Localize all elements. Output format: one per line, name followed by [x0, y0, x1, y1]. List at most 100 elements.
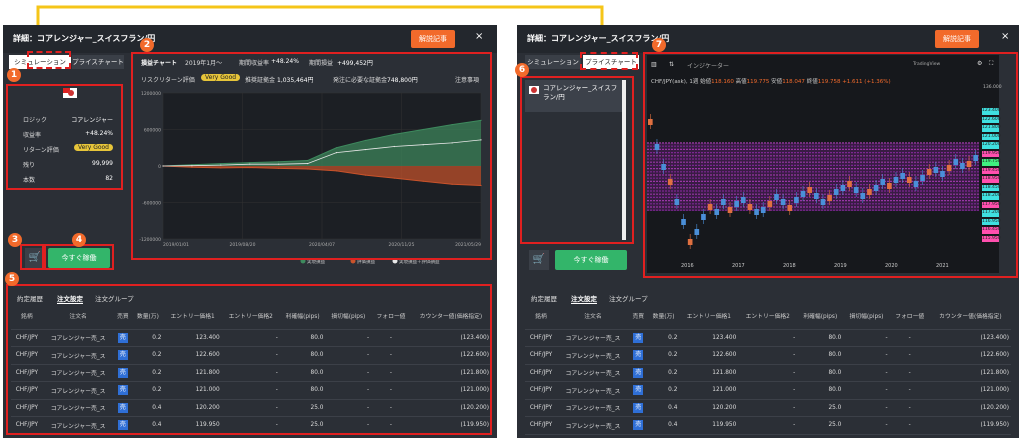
table-cell: CHF/JPY	[525, 346, 558, 365]
table-cell: -	[738, 416, 798, 435]
table-cell: -	[738, 329, 798, 347]
table-cell: コアレンジャー売_ス	[557, 364, 629, 382]
annot-box-1	[6, 84, 123, 190]
table-cell: -	[889, 399, 930, 417]
table-cell: -	[889, 364, 930, 382]
annot-price-tab	[580, 52, 638, 70]
table-cell: -	[843, 329, 890, 347]
r-subtab-orders[interactable]: 注文設定	[571, 293, 597, 304]
table-row[interactable]: CHF/JPY コアレンジャー売_ス売 0.2 121.800-80.0- - (121.…	[525, 364, 1011, 382]
annot-sim-tab	[27, 51, 71, 69]
tab-price-chart[interactable]: プライスチャート	[72, 55, 124, 69]
table-row[interactable]: CHF/JPY コアレンジャー売_ス売 0.2 123.400-80.0- - (123.…	[525, 329, 1011, 347]
table-row[interactable]: CHF/JPY コアレンジャー売_ス売 0.2 122.600-80.0- - (122.…	[525, 346, 1011, 365]
table-cell: -	[889, 416, 930, 435]
badge-1: 1	[7, 68, 21, 82]
table-cell: 0.2	[647, 364, 680, 382]
table-cell: 122.600	[679, 346, 739, 365]
table-cell: 0.2	[647, 329, 680, 347]
table-cell: -	[738, 364, 798, 382]
badge-7: 7	[652, 38, 666, 52]
table-cell: 0.4	[647, 399, 680, 417]
table-cell: 0.2	[647, 346, 680, 365]
table-cell: 121.800	[679, 364, 739, 382]
table-cell: 80.0	[797, 329, 844, 347]
sell-badge: 売	[633, 350, 644, 361]
r-subtab-groups[interactable]: 注文グループ	[609, 293, 648, 303]
col-header[interactable]: 損切幅(pips)	[843, 307, 890, 330]
table-cell: -	[738, 399, 798, 417]
table-row[interactable]: CHF/JPY コアレンジャー売_ス売 0.4 119.950-25.0- - (119.…	[525, 416, 1011, 435]
r-order-table-section: 約定履歴 注文設定 注文グループ 銘柄 注文名 売買 数量(万) エントリー価格1 エント…	[525, 287, 1011, 437]
table-cell: -	[889, 329, 930, 347]
col-header[interactable]: エントリー価格1	[679, 307, 739, 330]
table-cell: 121.000	[679, 381, 739, 400]
left-title: 詳細：コアレンジャー_スイスフラン/円	[13, 34, 156, 43]
table-cell: 売	[628, 346, 648, 365]
table-cell: (121.800)	[929, 364, 1011, 382]
table-cell: -	[843, 399, 890, 417]
badge-5: 5	[5, 272, 19, 286]
badge-6: 6	[515, 63, 529, 77]
col-header[interactable]: 銘柄	[525, 307, 558, 330]
table-cell: コアレンジャー売_ス	[557, 346, 629, 365]
annot-box-6	[520, 76, 634, 244]
left-header: 詳細：コアレンジャー_スイスフラン/円 解説記事 ×	[3, 25, 497, 53]
table-cell: 80.0	[797, 346, 844, 365]
annot-box-5	[6, 284, 492, 435]
col-header[interactable]: 数量(万)	[647, 307, 680, 330]
table-cell: -	[843, 416, 890, 435]
annot-box-4	[44, 244, 114, 270]
badge-4: 4	[72, 233, 86, 247]
r-buy-now-button[interactable]: 今すぐ稼働	[555, 250, 627, 270]
table-row[interactable]: CHF/JPY コアレンジャー売_ス売 0.4 120.200-25.0- - (120.…	[525, 399, 1011, 417]
col-header[interactable]: 注文名	[557, 307, 629, 330]
r-subtab-history[interactable]: 約定履歴	[531, 293, 557, 303]
table-cell: 120.200	[679, 399, 739, 417]
sell-badge: 売	[633, 385, 644, 396]
table-cell: -	[889, 381, 930, 400]
badge-2: 2	[140, 38, 154, 52]
sell-badge: 売	[633, 420, 644, 431]
table-cell: (120.200)	[929, 399, 1011, 417]
table-cell: コアレンジャー売_ス	[557, 381, 629, 400]
table-cell: コアレンジャー売_ス	[557, 416, 629, 435]
table-cell: コアレンジャー売_ス	[557, 329, 629, 347]
r-tab-simulation[interactable]: シミュレーション	[525, 55, 581, 69]
table-cell: 80.0	[797, 364, 844, 382]
table-cell: 119.950	[679, 416, 739, 435]
right-title: 詳細：コアレンジャー_スイスフラン/円	[527, 34, 670, 43]
col-header[interactable]: エントリー価格2	[738, 307, 798, 330]
table-cell: 25.0	[797, 399, 844, 417]
table-cell: (121.000)	[929, 381, 1011, 400]
sell-badge: 売	[633, 367, 644, 378]
table-cell: 売	[628, 381, 648, 400]
col-header[interactable]: カウンター値(価格指定)	[929, 307, 1011, 330]
left-close-icon[interactable]: ×	[475, 31, 483, 42]
table-cell: CHF/JPY	[525, 381, 558, 400]
table-cell: コアレンジャー売_ス	[557, 399, 629, 417]
col-header[interactable]: 利確幅(pips)	[797, 307, 844, 330]
col-header[interactable]: フォロー値	[889, 307, 930, 330]
table-cell: 売	[628, 416, 648, 435]
table-cell: -	[738, 346, 798, 365]
table-cell: -	[843, 364, 890, 382]
table-cell: 25.0	[797, 416, 844, 435]
col-header[interactable]: 売買	[628, 307, 648, 330]
annot-box-2	[131, 52, 492, 260]
right-explain-button[interactable]: 解説記事	[935, 30, 979, 48]
r-cart-icon[interactable]: 🛒	[529, 250, 549, 270]
table-cell: 売	[628, 399, 648, 417]
table-cell: CHF/JPY	[525, 399, 558, 417]
left-explain-button[interactable]: 解説記事	[411, 30, 455, 48]
right-close-icon[interactable]: ×	[1001, 31, 1009, 42]
table-cell: 123.400	[679, 329, 739, 347]
table-cell: 80.0	[797, 381, 844, 400]
table-cell: 売	[628, 329, 648, 347]
table-cell: -	[843, 381, 890, 400]
table-cell: CHF/JPY	[525, 416, 558, 435]
right-header: 詳細：コアレンジャー_スイスフラン/円 解説記事 ×	[517, 25, 1019, 53]
table-row[interactable]: CHF/JPY コアレンジャー売_ス売 0.2 121.000-80.0- - (121.…	[525, 381, 1011, 400]
table-cell: CHF/JPY	[525, 364, 558, 382]
sell-badge: 売	[633, 402, 644, 413]
